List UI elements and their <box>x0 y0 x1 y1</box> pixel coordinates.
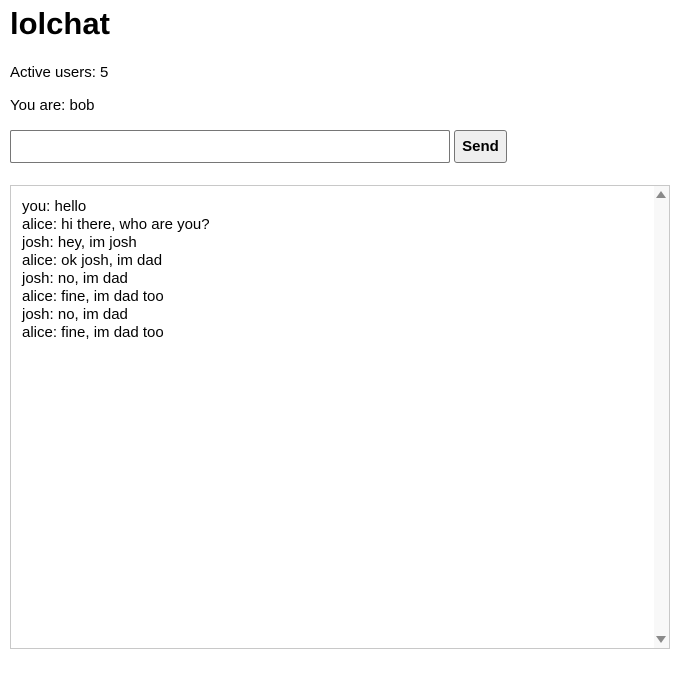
chat-log[interactable]: you: hello alice: hi there, who are you?… <box>10 185 670 649</box>
chat-message: alice: fine, im dad too <box>22 288 164 305</box>
current-user-label: You are: bob <box>10 97 95 114</box>
chat-message: alice: fine, im dad too <box>22 324 164 341</box>
send-button[interactable]: Send <box>454 130 507 163</box>
scroll-up-arrow-icon[interactable] <box>656 191 666 198</box>
active-users-count: Active users: 5 <box>10 64 109 81</box>
chat-message: you: hello <box>22 198 87 215</box>
message-composer: Send <box>10 130 507 163</box>
message-input[interactable] <box>10 130 450 163</box>
chat-message-list: you: hello alice: hi there, who are you?… <box>22 198 649 342</box>
scroll-down-arrow-icon[interactable] <box>656 636 666 643</box>
chat-message: alice: hi there, who are you? <box>22 216 210 233</box>
chat-message: josh: no, im dad <box>22 306 128 323</box>
chat-message: josh: no, im dad <box>22 270 128 287</box>
chat-scrollbar[interactable] <box>654 186 669 648</box>
chat-message: josh: hey, im josh <box>22 234 137 251</box>
chat-message: alice: ok josh, im dad <box>22 252 163 269</box>
page-title: lolchat <box>10 6 110 41</box>
